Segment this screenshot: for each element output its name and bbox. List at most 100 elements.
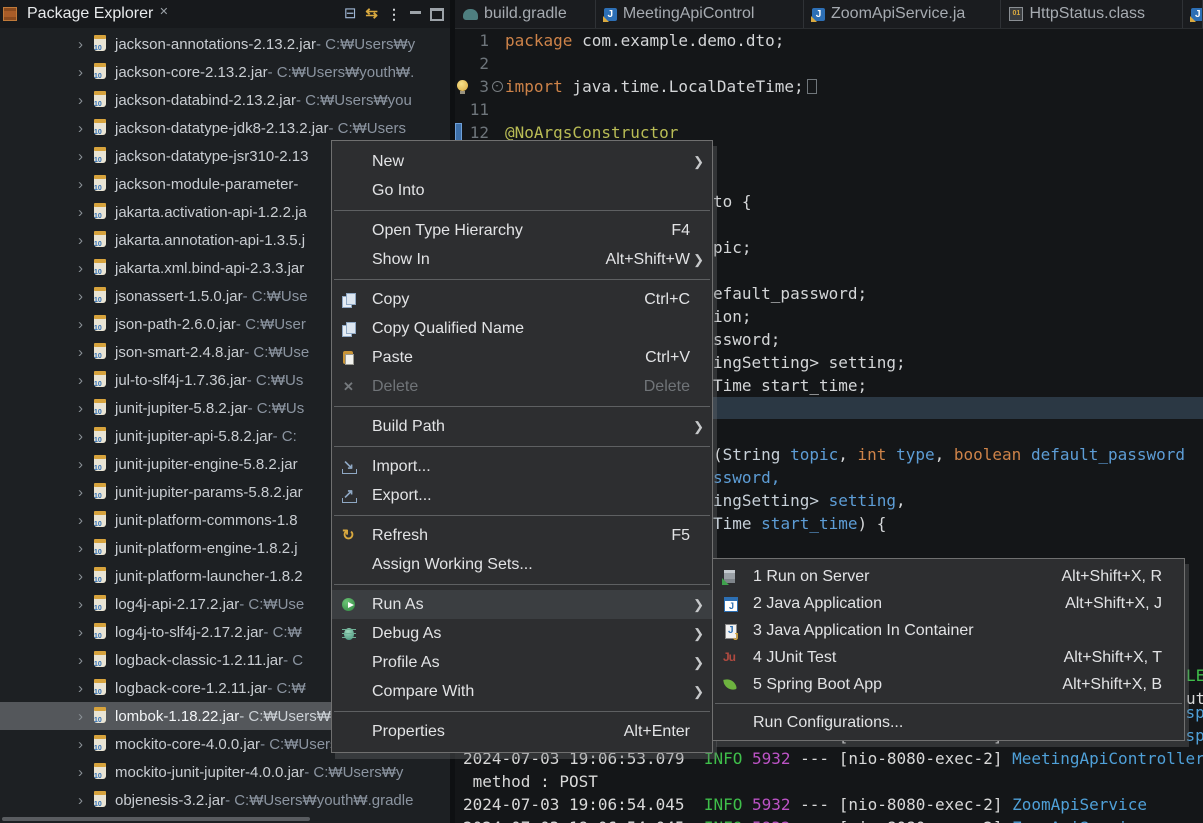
- view-menu-icon[interactable]: ⋮: [387, 7, 401, 21]
- tab-ZoomApiService.ja[interactable]: JZoomApiService.ja: [804, 0, 1001, 28]
- context-menu-item-go-into[interactable]: Go Into: [332, 176, 712, 205]
- import-icon: [341, 459, 359, 475]
- expand-chevron-icon[interactable]: ›: [78, 176, 94, 193]
- context-menu-item-export-[interactable]: Export...: [332, 481, 712, 510]
- context-menu-item-show-in[interactable]: Show InAlt+Shift+W❯: [332, 245, 712, 274]
- run-as-item-4-junit-test[interactable]: 4 JUnit TestAlt+Shift+X, T: [713, 644, 1184, 671]
- expand-chevron-icon[interactable]: ›: [78, 260, 94, 277]
- tab-label: build.gradle: [484, 5, 567, 23]
- tree-item-path: - C: [283, 652, 303, 669]
- context-menu-item-assign-working-sets-[interactable]: Assign Working Sets...: [332, 550, 712, 579]
- close-view-icon[interactable]: ✕: [159, 5, 168, 18]
- code-token: [780, 445, 790, 464]
- tab-HttpStatus.class[interactable]: 01HttpStatus.class: [1001, 0, 1183, 28]
- jar-file-icon: [94, 653, 106, 667]
- minimize-icon[interactable]: [410, 11, 421, 14]
- expand-chevron-icon[interactable]: ›: [78, 764, 94, 781]
- context-menu-item-compare-with[interactable]: Compare With❯: [332, 677, 712, 706]
- tab-label: HttpStatus.class: [1029, 5, 1145, 23]
- expand-chevron-icon[interactable]: ›: [78, 568, 94, 585]
- run-as-item-1-run-on-server[interactable]: 1 Run on ServerAlt+Shift+X, R: [713, 563, 1184, 590]
- context-menu-item-copy[interactable]: CopyCtrl+C: [332, 285, 712, 314]
- expand-chevron-icon[interactable]: ›: [78, 148, 94, 165]
- context-menu-item-profile-as[interactable]: Profile As❯: [332, 648, 712, 677]
- collapse-all-icon[interactable]: ⊟: [344, 7, 357, 21]
- server-icon: [722, 569, 740, 585]
- tree-item-path: - C:₩Users₩youth₩.gradle: [225, 792, 413, 809]
- tree-item-name: jsonassert-1.5.0.jar: [115, 288, 243, 305]
- expand-chevron-icon[interactable]: ›: [78, 92, 94, 109]
- run-as-item-2-java-application[interactable]: 2 Java ApplicationAlt+Shift+X, J: [713, 590, 1184, 617]
- expand-chevron-icon[interactable]: ›: [78, 36, 94, 53]
- line-number: 2: [455, 54, 489, 73]
- context-menu-item-refresh[interactable]: RefreshF5: [332, 521, 712, 550]
- tab-partial[interactable]: J: [1183, 0, 1203, 28]
- expand-chevron-icon[interactable]: ›: [78, 232, 94, 249]
- expand-chevron-icon[interactable]: ›: [78, 596, 94, 613]
- tree-item-name: junit-platform-launcher-1.8.2: [115, 568, 303, 585]
- tree-item-name: jakarta.activation-api-1.2.2.ja: [115, 204, 307, 221]
- horizontal-scrollbar[interactable]: [2, 817, 310, 821]
- code-token: ) {: [858, 514, 887, 533]
- maximize-icon[interactable]: [430, 8, 444, 21]
- tree-item[interactable]: ›mockito-junit-jupiter-4.0.0.jar - C:₩Us…: [0, 758, 450, 786]
- gutter-marker-icon: [455, 123, 462, 141]
- run-as-item-run-configurations-[interactable]: Run Configurations...: [713, 709, 1184, 736]
- code-token: ,: [935, 445, 954, 464]
- menu-item-label: New: [372, 153, 404, 171]
- export-icon: [341, 488, 359, 504]
- context-menu-item-copy-qualified-name[interactable]: Copy Qualified Name: [332, 314, 712, 343]
- tree-item[interactable]: ›jackson-core-2.13.2.jar - C:₩Users₩yout…: [0, 58, 450, 86]
- context-menu-item-properties[interactable]: PropertiesAlt+Enter: [332, 717, 712, 746]
- tree-item[interactable]: ›objenesis-3.2.jar - C:₩Users₩youth₩.gra…: [0, 786, 450, 814]
- package-explorer-title: Package Explorer: [27, 5, 153, 23]
- tree-item[interactable]: ›jackson-datatype-jdk8-2.13.2.jar - C:₩U…: [0, 114, 450, 142]
- expand-chevron-icon[interactable]: ›: [78, 792, 94, 809]
- expand-chevron-icon[interactable]: ›: [78, 204, 94, 221]
- context-menu-item-build-path[interactable]: Build Path❯: [332, 412, 712, 441]
- delete-icon: [341, 379, 359, 395]
- tree-item-path: - C:₩Users₩y: [316, 36, 415, 53]
- context-menu-item-new[interactable]: New❯: [332, 147, 712, 176]
- run-as-item-5-spring-boot-app[interactable]: 5 Spring Boot AppAlt+Shift+X, B: [713, 671, 1184, 698]
- expand-chevron-icon[interactable]: ›: [78, 652, 94, 669]
- expand-chevron-icon[interactable]: ›: [78, 484, 94, 501]
- context-menu-item-open-type-hierarchy[interactable]: Open Type HierarchyF4: [332, 216, 712, 245]
- code-token: topic: [790, 445, 838, 464]
- code-token: [886, 445, 896, 464]
- menu-item-label: Run As: [372, 596, 424, 614]
- expand-chevron-icon[interactable]: ›: [78, 736, 94, 753]
- expand-chevron-icon[interactable]: ›: [78, 372, 94, 389]
- fold-icon[interactable]: -: [492, 81, 503, 92]
- tree-item[interactable]: ›jackson-annotations-2.13.2.jar - C:₩Use…: [0, 30, 450, 58]
- expand-chevron-icon[interactable]: ›: [78, 316, 94, 333]
- context-menu-item-debug-as[interactable]: Debug As❯: [332, 619, 712, 648]
- tree-item[interactable]: ›jackson-databind-2.13.2.jar - C:₩Users₩…: [0, 86, 450, 114]
- console-line: 2024-07-03 19:06:54.045 INFO 5932 --- [n…: [463, 816, 1203, 823]
- code-token: default_password: [1031, 445, 1185, 464]
- menu-item-shortcut: Alt+Shift+X, R: [1042, 568, 1163, 586]
- expand-chevron-icon[interactable]: ›: [78, 540, 94, 557]
- expand-chevron-icon[interactable]: ›: [78, 708, 94, 725]
- expand-chevron-icon[interactable]: ›: [78, 120, 94, 137]
- run-as-item-3-java-application-in-container[interactable]: 3 Java Application In Container: [713, 617, 1184, 644]
- tab-MeetingApiControl[interactable]: JMeetingApiControl: [596, 0, 804, 28]
- expand-chevron-icon[interactable]: ›: [78, 400, 94, 417]
- expand-chevron-icon[interactable]: ›: [78, 288, 94, 305]
- code-token: [1021, 445, 1031, 464]
- expand-chevron-icon[interactable]: ›: [78, 456, 94, 473]
- context-menu-item-paste[interactable]: PasteCtrl+V: [332, 343, 712, 372]
- code-token: [742, 749, 752, 768]
- expand-chevron-icon[interactable]: ›: [78, 624, 94, 641]
- expand-chevron-icon[interactable]: ›: [78, 512, 94, 529]
- expand-chevron-icon[interactable]: ›: [78, 64, 94, 81]
- submenu-arrow-icon: ❯: [693, 252, 704, 268]
- context-menu-item-import-[interactable]: Import...: [332, 452, 712, 481]
- expand-chevron-icon[interactable]: ›: [78, 680, 94, 697]
- expand-chevron-icon[interactable]: ›: [78, 428, 94, 445]
- context-menu-item-run-as[interactable]: Run As❯: [332, 590, 712, 619]
- tab-build.gradle[interactable]: build.gradle: [455, 0, 596, 28]
- link-with-editor-icon[interactable]: ⇆: [365, 7, 378, 21]
- expand-chevron-icon[interactable]: ›: [78, 344, 94, 361]
- code-token: Time: [713, 514, 761, 533]
